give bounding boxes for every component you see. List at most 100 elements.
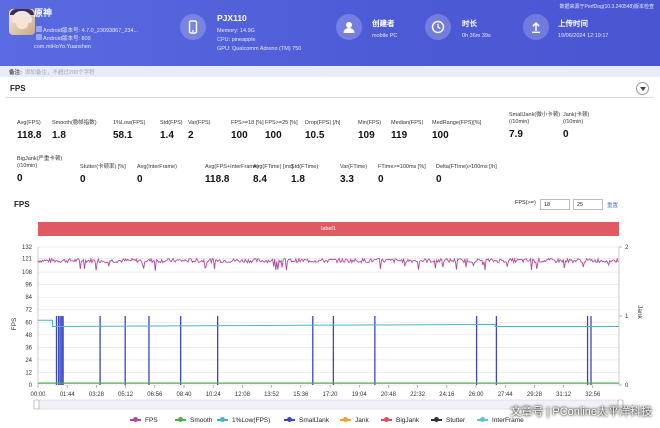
legend-item[interactable]: BigJank: [381, 417, 419, 424]
y-tick-label: 60: [25, 320, 32, 326]
stat-value: 1.4: [160, 130, 174, 141]
package-name: com.miHoYo.Yuanshen: [34, 44, 91, 50]
stat-label: Std(FPS): [160, 120, 183, 126]
stat-label: Avg(InterFrame): [137, 164, 177, 170]
watermark: 文章号 | PConline太平洋科技: [510, 406, 652, 418]
stat-label: Var(FTime): [340, 164, 368, 170]
y-axis-label: FPS: [11, 317, 18, 330]
x-tick-label: 10:24: [206, 392, 222, 398]
y-tick-label: 132: [22, 245, 33, 251]
watermark-text: 太平洋科技: [597, 406, 652, 418]
legend-item[interactable]: Smooth: [175, 417, 212, 424]
legend-item[interactable]: Jank: [340, 417, 369, 424]
x-tick-label: 15:36: [293, 392, 309, 398]
x-tick-label: 29:28: [527, 392, 543, 398]
series-line-fps: [37, 257, 619, 271]
stat-item: Smooth(稳帧指数) 1.8: [52, 120, 97, 141]
stat-value: 100: [432, 130, 449, 141]
stat-label: Std(FTime): [291, 164, 319, 170]
report-header: 原神 Android版本号: 4.7.0_23093867_234... And…: [0, 0, 660, 66]
device-memory: Memory: 14.9G: [217, 28, 255, 34]
stat-item: MedRange(FPS)[%] 100: [432, 120, 481, 141]
fps-threshold-low-input[interactable]: 18: [540, 199, 570, 210]
stat-value: 119: [391, 130, 408, 141]
stat-value: 1.8: [291, 174, 305, 185]
y2-axis-label: Jank: [636, 305, 643, 319]
fps-chart[interactable]: 01224364860728496108121132012FPSJank00:0…: [0, 236, 660, 426]
stat-item: Var(FTime) 3.3: [340, 164, 367, 185]
stat-item: SmallJank(微小卡顿) (/10min) 7.9: [509, 112, 560, 140]
android-code: Android版本号: 809: [43, 36, 91, 42]
x-tick-label: 24:16: [439, 392, 455, 398]
y-tick-label: 0: [29, 383, 33, 389]
upload-value: 19/06/2024 12:19:17: [558, 33, 609, 39]
fps-threshold-high-input[interactable]: 25: [573, 199, 603, 210]
legend-swatch: [175, 417, 186, 423]
stat-item: BigJank(严重卡顿) (/10min) 0: [17, 156, 62, 184]
upload-icon: [523, 14, 549, 40]
y-tick-label: 108: [22, 270, 33, 276]
stat-value: 2: [188, 130, 194, 141]
y-tick-label: 84: [25, 295, 32, 301]
chart-title: FPS: [14, 200, 30, 209]
y-tick-label: 121: [22, 257, 33, 263]
stat-label: 1%Low(FPS): [113, 120, 146, 126]
stat-value: 118.8: [17, 130, 42, 141]
user-icon: [336, 14, 362, 40]
stat-value: 10.5: [305, 130, 325, 141]
duration-value: 0h 36m 39s: [462, 33, 491, 39]
legend-swatch: [340, 417, 351, 423]
y-tick-label: 96: [25, 283, 32, 289]
stat-label: Avg(FPS): [17, 120, 41, 126]
stat-label: FTime>=100ms [%]: [378, 164, 426, 170]
upload-label: 上传时间: [558, 19, 588, 28]
collapse-toggle-icon[interactable]: [636, 82, 649, 95]
label-bar[interactable]: label1: [38, 222, 619, 236]
stat-item: Std(FTime) 1.8: [291, 164, 318, 185]
y-tick-label: 48: [25, 333, 32, 339]
stat-value: 109: [358, 130, 375, 141]
android-icon: [36, 26, 42, 32]
x-tick-label: 01:44: [60, 392, 76, 398]
legend-item[interactable]: FPS: [130, 417, 158, 424]
legend-label: 1%Low(FPS): [232, 417, 271, 424]
source-note: 数据来源于PerfDog(10.3.240548)版本检查: [559, 4, 654, 10]
x-tick-label: 20:48: [381, 392, 397, 398]
stat-label: Avg(FPS+InterFrame): [205, 164, 259, 170]
stat-value: 3.3: [340, 174, 354, 185]
stat-item: Jank(卡顿) (/10min) 0: [563, 112, 589, 140]
stat-label: BigJank(严重卡顿) (/10min): [17, 156, 63, 169]
stat-label: Median(FPS): [391, 120, 424, 126]
legend-item[interactable]: 1%Low(FPS): [217, 417, 270, 424]
stat-item: 1%Low(FPS) 58.1: [113, 120, 145, 141]
stat-item: Stutter(卡顿率) [%] 0: [80, 164, 126, 185]
y-tick-label: 12: [25, 370, 32, 376]
legend-item[interactable]: SmallJank: [284, 417, 329, 424]
legend-item[interactable]: Stutter: [431, 417, 465, 424]
reset-button[interactable]: 重置: [607, 201, 618, 209]
y-tick-label: 24: [25, 358, 32, 364]
fps-section-title: FPS: [10, 84, 26, 93]
notes-label: 备注:: [9, 70, 22, 76]
stat-label: Smooth(稳帧指数): [52, 120, 97, 126]
stat-value: 7.9: [509, 129, 523, 140]
stat-value: 0: [563, 129, 569, 140]
phone-icon: [180, 14, 206, 40]
stat-label: FPS>=18 [%]: [231, 120, 264, 126]
stat-item: Std(FPS) 1.4: [160, 120, 183, 141]
stat-label: Stutter(卡顿率) [%]: [80, 164, 126, 170]
range-handle-left: [33, 399, 40, 410]
stat-label: Jank(卡顿) (/10min): [563, 112, 590, 125]
legend-label: Jank: [355, 417, 369, 424]
x-tick-label: 12:08: [235, 392, 251, 398]
stat-item: Median(FPS) 119: [391, 120, 423, 141]
y2-tick-label: 0: [625, 383, 629, 389]
stat-item: Var(FPS) 2: [188, 120, 211, 141]
notes-bar[interactable]: 备注: 添加备注，不超过200个字符: [0, 66, 660, 77]
notes-input[interactable]: 添加备注，不超过200个字符: [25, 70, 95, 76]
stat-label: MedRange(FPS)[%]: [432, 120, 482, 126]
stat-item: Delta(FTime)>100ms [/h] 0: [436, 164, 497, 185]
x-tick-label: 06:56: [147, 392, 163, 398]
divider: [6, 97, 654, 98]
stat-item: FPS>=25 [%] 100: [265, 120, 298, 141]
